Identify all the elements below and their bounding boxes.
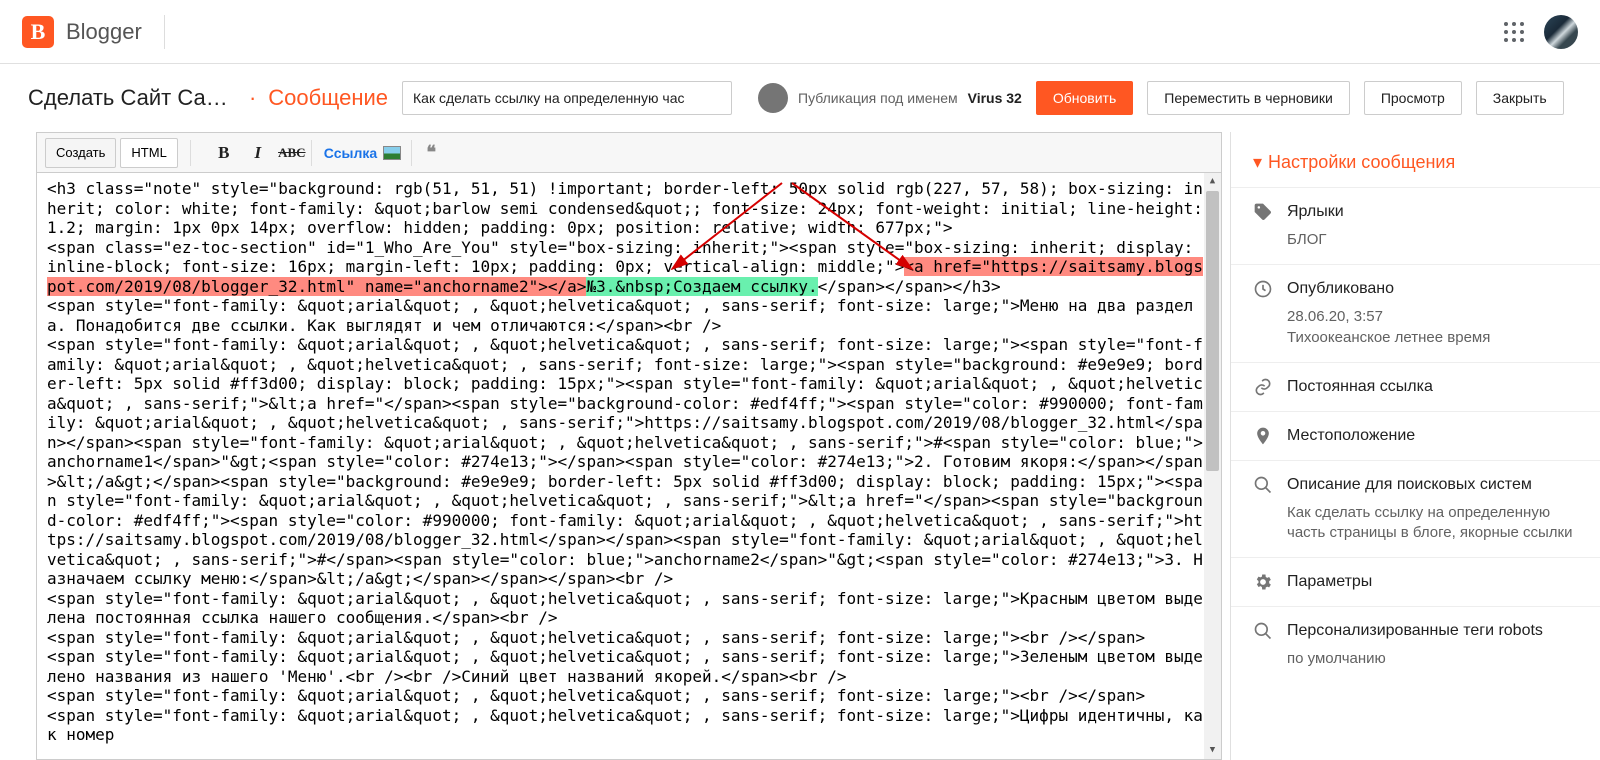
sidebar-section-tags[interactable]: Ярлыки БЛОГ <box>1231 187 1600 264</box>
editor-text: <span style="font-family: &quot;arial&qu… <box>47 335 1203 588</box>
sidebar-section-robots[interactable]: Персонализированные теги robots по умолч… <box>1231 606 1600 683</box>
move-to-drafts-button[interactable]: Переместить в черновики <box>1147 81 1350 115</box>
published-date: 28.06.20, 3:57 <box>1287 307 1578 327</box>
author-name: Virus 32 <box>968 90 1022 106</box>
search-icon <box>1253 475 1273 495</box>
editor-text: <span style="font-family: &quot;arial&qu… <box>47 628 1145 647</box>
close-button[interactable]: Закрыть <box>1476 81 1564 115</box>
topbar: B Blogger <box>0 0 1600 64</box>
divider <box>164 15 165 49</box>
italic-icon[interactable]: I <box>247 140 269 166</box>
tag-icon <box>1253 202 1273 222</box>
editor-text: <span style="font-family: &quot;arial&qu… <box>47 589 1203 628</box>
gear-icon <box>1253 572 1273 592</box>
caret-down-icon: ▾ <box>1253 152 1262 173</box>
topbar-right <box>1504 15 1578 49</box>
editor-text: <span style="font-family: &quot;arial&qu… <box>47 647 1203 686</box>
editor-toolbar: Создать HTML B I ABC Ссылка ❝ <box>36 132 1222 172</box>
sidebar-section-location[interactable]: Местоположение <box>1231 411 1600 460</box>
editor-text: <span style="font-family: &quot;arial&qu… <box>47 686 1145 705</box>
image-icon[interactable] <box>381 140 403 166</box>
sidebar-section-search-description[interactable]: Описание для поисковых систем Как сделат… <box>1231 460 1600 558</box>
sidebar-section-published[interactable]: Опубликовано 28.06.20, 3:57 Тихоокеанско… <box>1231 264 1600 362</box>
editor-text: <span style="font-family: &quot;arial&qu… <box>47 706 1203 745</box>
tags-value: БЛОГ <box>1287 230 1578 250</box>
sidebar-section-params[interactable]: Параметры <box>1231 557 1600 606</box>
published-title: Опубликовано <box>1287 280 1394 298</box>
link-icon <box>1253 377 1273 397</box>
location-title: Местоположение <box>1287 427 1415 445</box>
strikethrough-icon[interactable]: ABC <box>281 140 303 166</box>
author-info: Публикация под именем Virus 32 <box>758 83 1022 113</box>
editor-scrollbar[interactable]: ▲ ▼ <box>1204 173 1221 759</box>
post-title-input[interactable] <box>402 81 732 115</box>
editor-pane: Создать HTML B I ABC Ссылка ❝ <h3 class=… <box>0 132 1230 760</box>
post-settings-sidebar: ▾ Настройки сообщения Ярлыки БЛОГ Опубли… <box>1230 132 1600 760</box>
separator-dot: · <box>249 85 256 111</box>
action-bar: Сделать Сайт Сам... · Сообщение Публикац… <box>0 64 1600 132</box>
author-prefix: Публикация под именем <box>798 90 958 106</box>
permalink-title: Постоянная ссылка <box>1287 378 1433 396</box>
robots-title: Персонализированные теги robots <box>1287 622 1543 640</box>
robots-value: по умолчанию <box>1287 649 1578 669</box>
link-button[interactable]: Ссылка <box>320 140 381 166</box>
tags-title: Ярлыки <box>1287 203 1344 221</box>
blogger-logo-icon[interactable]: B <box>22 16 54 48</box>
location-icon <box>1253 426 1273 446</box>
user-avatar[interactable] <box>1544 15 1578 49</box>
bold-icon[interactable]: B <box>213 140 235 166</box>
search-desc-title: Описание для поисковых систем <box>1287 476 1532 494</box>
preview-button[interactable]: Просмотр <box>1364 81 1462 115</box>
scrollbar-thumb[interactable] <box>1206 191 1219 471</box>
compose-tab[interactable]: Создать <box>45 138 116 168</box>
html-tab[interactable]: HTML <box>120 138 177 168</box>
brand-name: Blogger <box>66 19 142 45</box>
apps-grid-icon[interactable] <box>1504 22 1524 42</box>
scroll-down-icon[interactable]: ▼ <box>1204 742 1221 759</box>
page-type: Сообщение <box>268 85 388 111</box>
sidebar-header[interactable]: ▾ Настройки сообщения <box>1231 144 1600 187</box>
blog-name[interactable]: Сделать Сайт Сам... <box>28 85 237 111</box>
breadcrumb: Сделать Сайт Сам... · Сообщение <box>28 85 388 111</box>
editor-text: </span></span></h3> <box>818 277 1001 296</box>
published-tz: Тихоокеанское летнее время <box>1287 328 1578 348</box>
highlighted-link-text: №3.&nbsp;Создаем ссылку. <box>586 277 817 296</box>
quote-icon[interactable]: ❝ <box>420 140 442 166</box>
main: Создать HTML B I ABC Ссылка ❝ <h3 class=… <box>0 132 1600 760</box>
update-button[interactable]: Обновить <box>1036 81 1133 115</box>
html-editor[interactable]: <h3 class="note" style="background: rgb(… <box>36 172 1222 760</box>
search-desc-value: Как сделать ссылку на определенную часть… <box>1287 503 1578 544</box>
search-icon <box>1253 621 1273 641</box>
editor-text: <h3 class="note" style="background: rgb(… <box>47 179 1213 237</box>
author-avatar-icon <box>758 83 788 113</box>
params-title: Параметры <box>1287 573 1372 591</box>
toolbar-separator <box>190 140 191 166</box>
scroll-up-icon[interactable]: ▲ <box>1204 173 1221 190</box>
toolbar-separator <box>311 140 312 166</box>
sidebar-section-permalink[interactable]: Постоянная ссылка <box>1231 362 1600 411</box>
clock-icon <box>1253 279 1273 299</box>
editor-text: <span style="font-family: &quot;arial&qu… <box>47 296 1193 335</box>
toolbar-separator <box>411 140 412 166</box>
